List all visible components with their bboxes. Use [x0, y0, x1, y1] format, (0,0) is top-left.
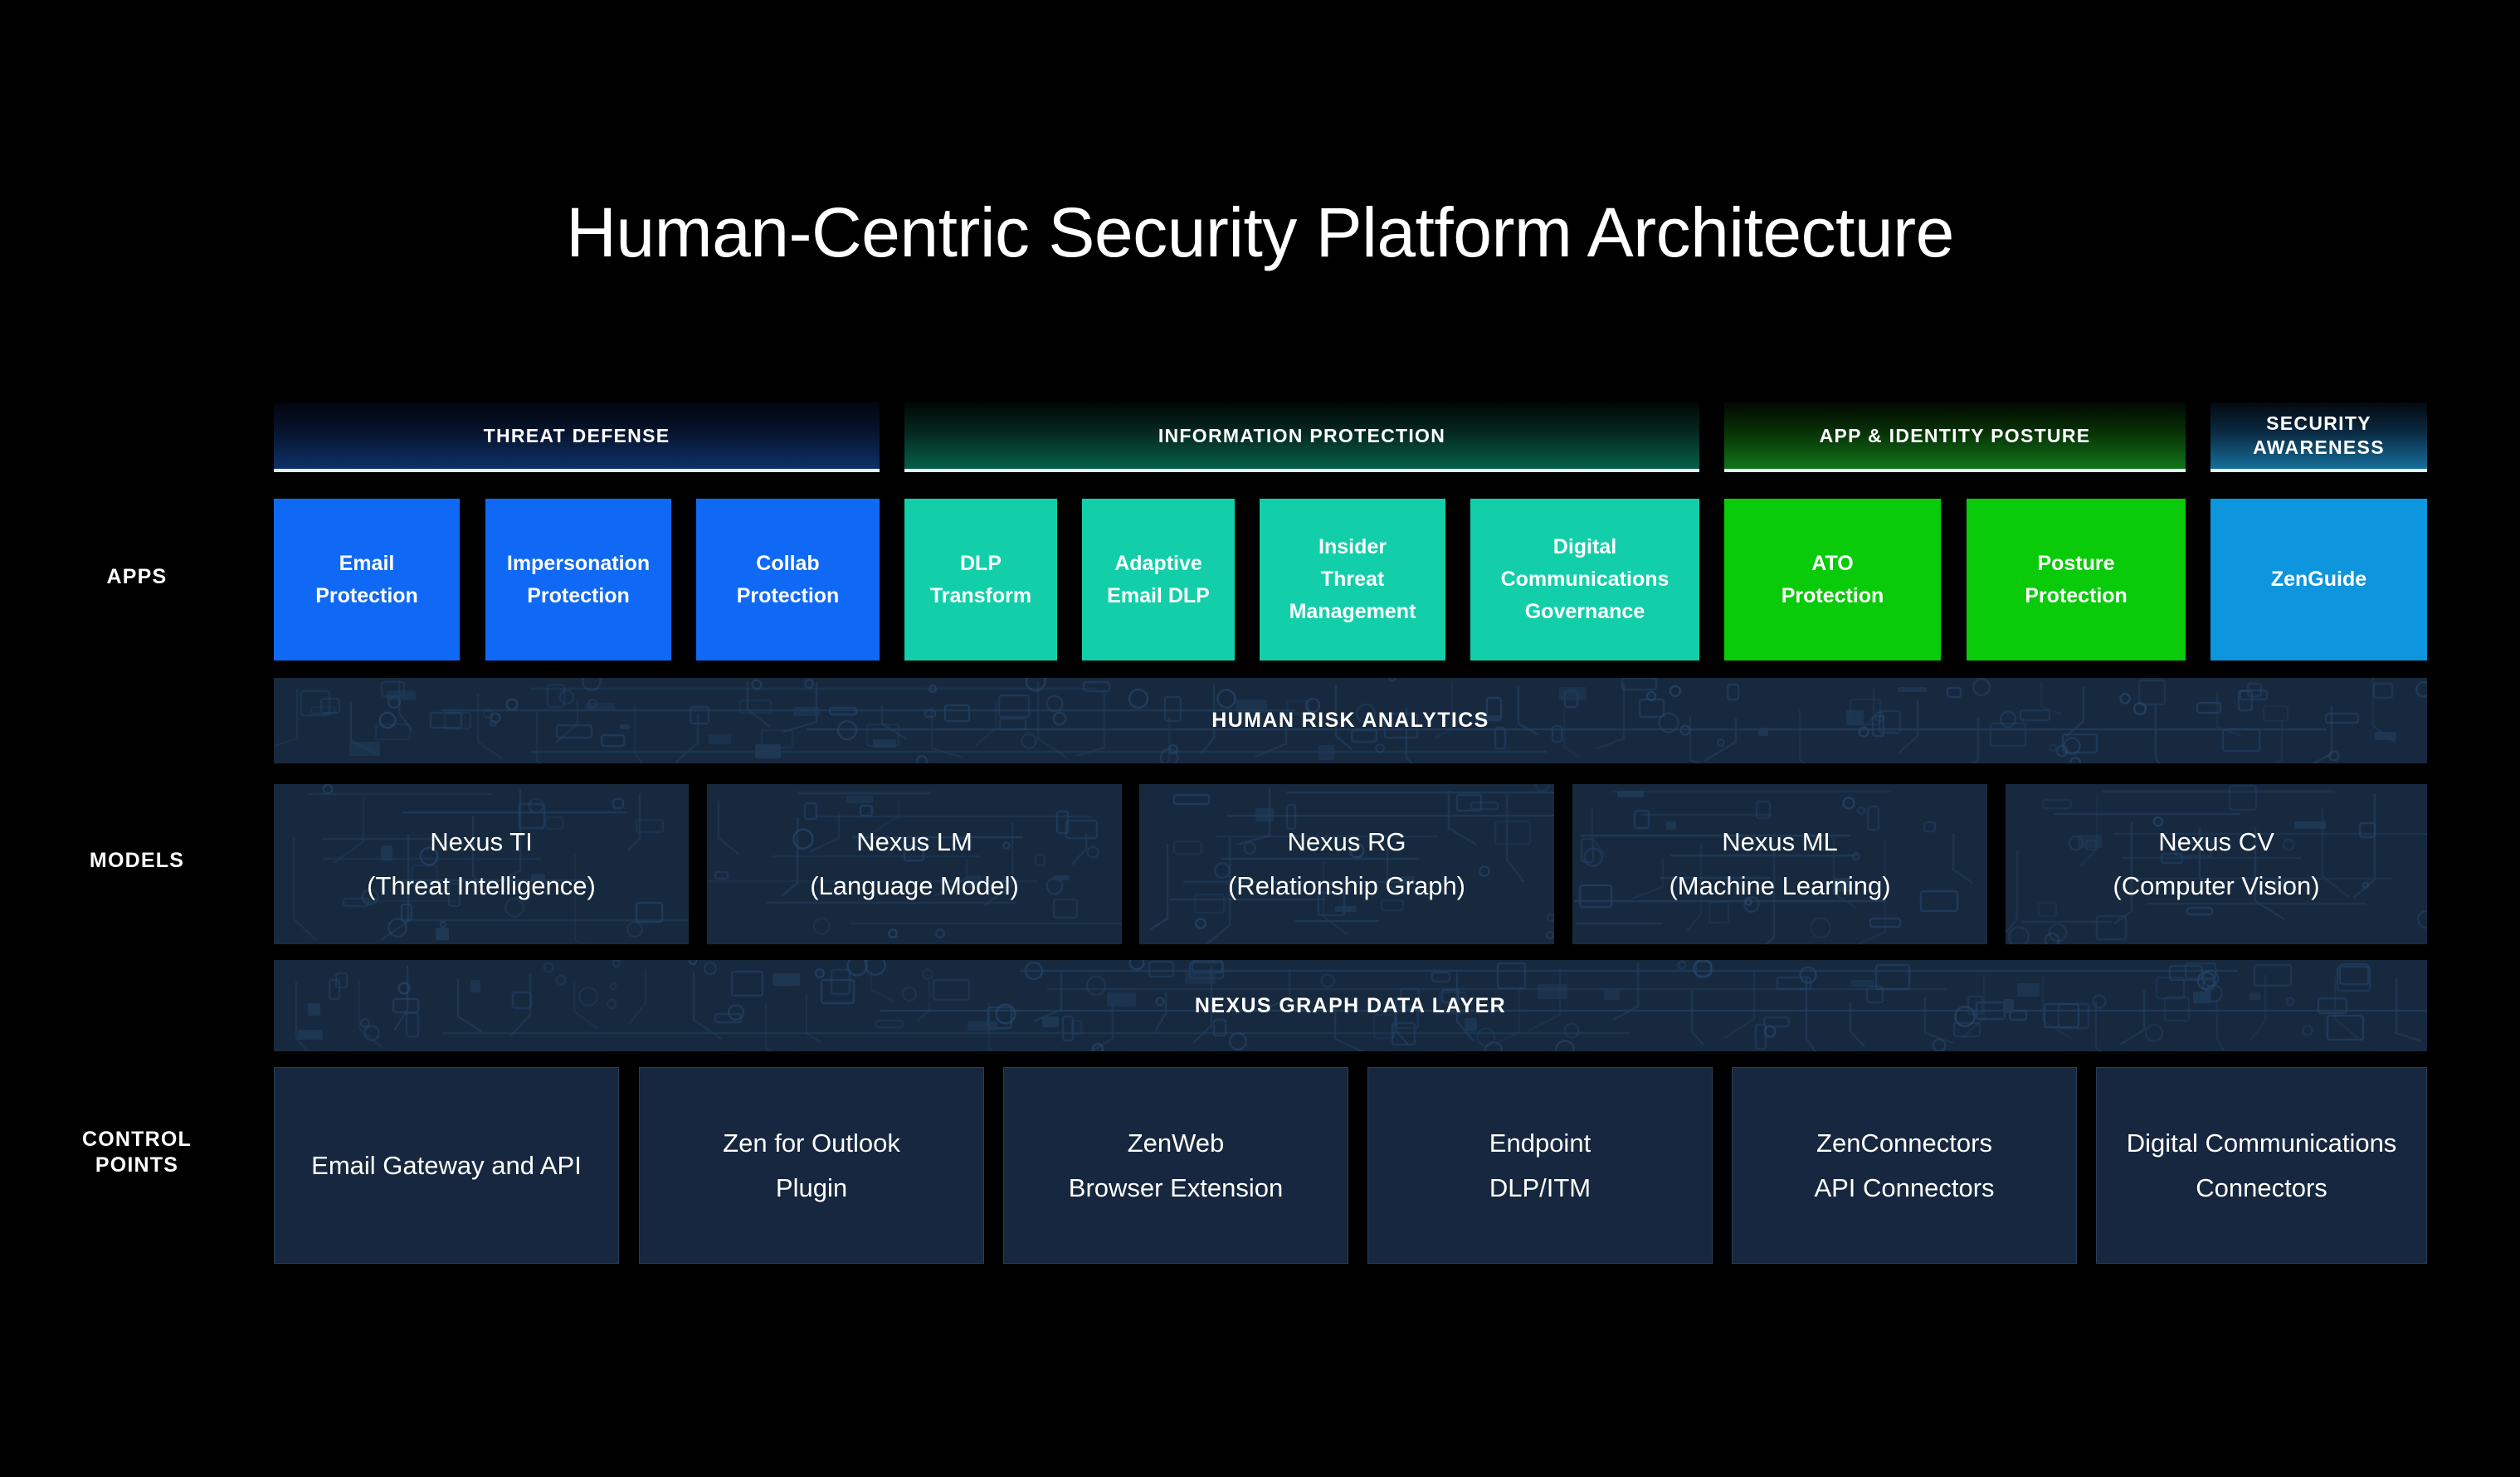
app-tile-insider-threat-management[interactable]: Insider Threat Management [1260, 499, 1445, 661]
model-card-nexus-cv[interactable]: Nexus CV (Computer Vision) [2006, 784, 2427, 944]
control-point-label: ZenConnectors API Connectors [1814, 1128, 1995, 1202]
app-tile-zenguide[interactable]: ZenGuide [2210, 499, 2427, 661]
app-tile-collab-protection[interactable]: Collab Protection [696, 499, 880, 661]
row-label-control-points-line1: CONTROL [82, 1128, 192, 1151]
app-tile-label: Email Protection [315, 551, 418, 607]
apps-row: Email Protection Impersonation Protection Co… [274, 499, 2427, 661]
row-label-apps: APPS [106, 565, 168, 588]
app-tile-label: Collab Protection [736, 551, 840, 607]
row-label-control-points: CONTROL POINTS [17, 1127, 257, 1179]
app-tile-dlp-transform[interactable]: DLP Transform [904, 499, 1057, 661]
app-tile-label: Posture Protection [2025, 551, 2128, 607]
app-tile-digital-communications-governance[interactable]: Digital Communications Governance [1470, 499, 1699, 661]
app-tile-label: Adaptive Email DLP [1107, 551, 1210, 607]
model-card-nexus-ml[interactable]: Nexus ML (Machine Learning) [1572, 784, 1987, 944]
category-header-label: THREAT DEFENSE [483, 424, 670, 446]
app-tile-label: Insider Threat Management [1289, 535, 1416, 623]
model-card-nexus-lm[interactable]: Nexus LM (Language Model) [707, 784, 1122, 944]
control-points-row: Email Gateway and API Zen for Outlook Plug… [274, 1067, 2427, 1264]
nexus-graph-data-layer-band[interactable]: NEXUS GRAPH DATA LAYER [274, 960, 2427, 1051]
nexus-graph-data-layer-label: NEXUS GRAPH DATA LAYER [1194, 993, 1507, 1017]
app-tile-label: Digital Communications Governance [1500, 535, 1669, 623]
category-header-threat-defense[interactable]: THREAT DEFENSE [274, 402, 880, 472]
control-point-label: Endpoint DLP/ITM [1489, 1128, 1591, 1202]
model-card-label: Nexus TI (Threat Intelligence) [367, 827, 596, 900]
category-header-information-protection[interactable]: INFORMATION PROTECTION [904, 402, 1699, 472]
control-point-label: Digital Communications Connectors [2126, 1128, 2397, 1202]
app-tile-adaptive-email-dlp[interactable]: Adaptive Email DLP [1082, 499, 1235, 661]
model-card-label: Nexus LM (Language Model) [810, 827, 1019, 900]
app-tile-email-protection[interactable]: Email Protection [274, 499, 460, 661]
app-tile-posture-protection[interactable]: Posture Protection [1967, 499, 2186, 661]
app-tile-label: Impersonation Protection [506, 551, 651, 607]
app-tile-label: DLP Transform [929, 551, 1032, 607]
human-risk-analytics-band[interactable]: HUMAN RISK ANALYTICS [274, 678, 2427, 763]
human-risk-analytics-label: HUMAN RISK ANALYTICS [1211, 709, 1489, 732]
model-card-nexus-rg[interactable]: Nexus RG (Relationship Graph) [1139, 784, 1554, 944]
model-card-label: Nexus ML (Machine Learning) [1669, 827, 1891, 900]
control-point-card-email-gateway-and-api[interactable]: Email Gateway and API [274, 1067, 619, 1264]
control-point-card-zenconnectors-api-connectors[interactable]: ZenConnectors API Connectors [1732, 1067, 2077, 1264]
app-tile-impersonation-protection[interactable]: Impersonation Protection [485, 499, 671, 661]
app-tile-label: ZenGuide [2270, 568, 2367, 592]
category-header-label: SECURITY AWARENESS [2253, 412, 2385, 458]
control-point-card-digital-communications-connectors[interactable]: Digital Communications Connectors [2096, 1067, 2427, 1264]
app-tile-label: ATO Protection [1781, 551, 1884, 607]
control-point-card-zen-for-outlook-plugin[interactable]: Zen for Outlook Plugin [639, 1067, 984, 1264]
control-point-label: Email Gateway and API [311, 1150, 582, 1180]
model-card-label: Nexus CV (Computer Vision) [2113, 827, 2320, 900]
control-point-label: Zen for Outlook Plugin [723, 1128, 900, 1202]
category-header-security-awareness[interactable]: SECURITY AWARENESS [2210, 402, 2427, 472]
control-point-card-endpoint-dlp-itm[interactable]: Endpoint DLP/ITM [1367, 1067, 1713, 1264]
model-card-label: Nexus RG (Relationship Graph) [1227, 827, 1466, 900]
category-header-row: THREAT DEFENSE INFORMATION PROTECTION APP … [274, 402, 2427, 472]
model-card-nexus-ti[interactable]: Nexus TI (Threat Intelligence) [274, 784, 689, 944]
app-tile-ato-protection[interactable]: ATO Protection [1724, 499, 1941, 661]
category-header-label: INFORMATION PROTECTION [1158, 424, 1446, 446]
row-label-control-points-line2: POINTS [95, 1153, 179, 1177]
control-point-card-zenweb-browser-extension[interactable]: ZenWeb Browser Extension [1003, 1067, 1348, 1264]
models-row: Nexus TI (Threat Intelligence) Nexus LM (La… [274, 784, 2427, 944]
category-header-app-identity-posture[interactable]: APP & IDENTITY POSTURE [1724, 402, 2186, 472]
category-header-label: APP & IDENTITY POSTURE [1819, 424, 2091, 446]
row-label-models: MODELS [89, 849, 185, 872]
control-point-label: ZenWeb Browser Extension [1068, 1128, 1284, 1202]
page-title: Human-Centric Security Platform Architec… [566, 193, 1954, 271]
